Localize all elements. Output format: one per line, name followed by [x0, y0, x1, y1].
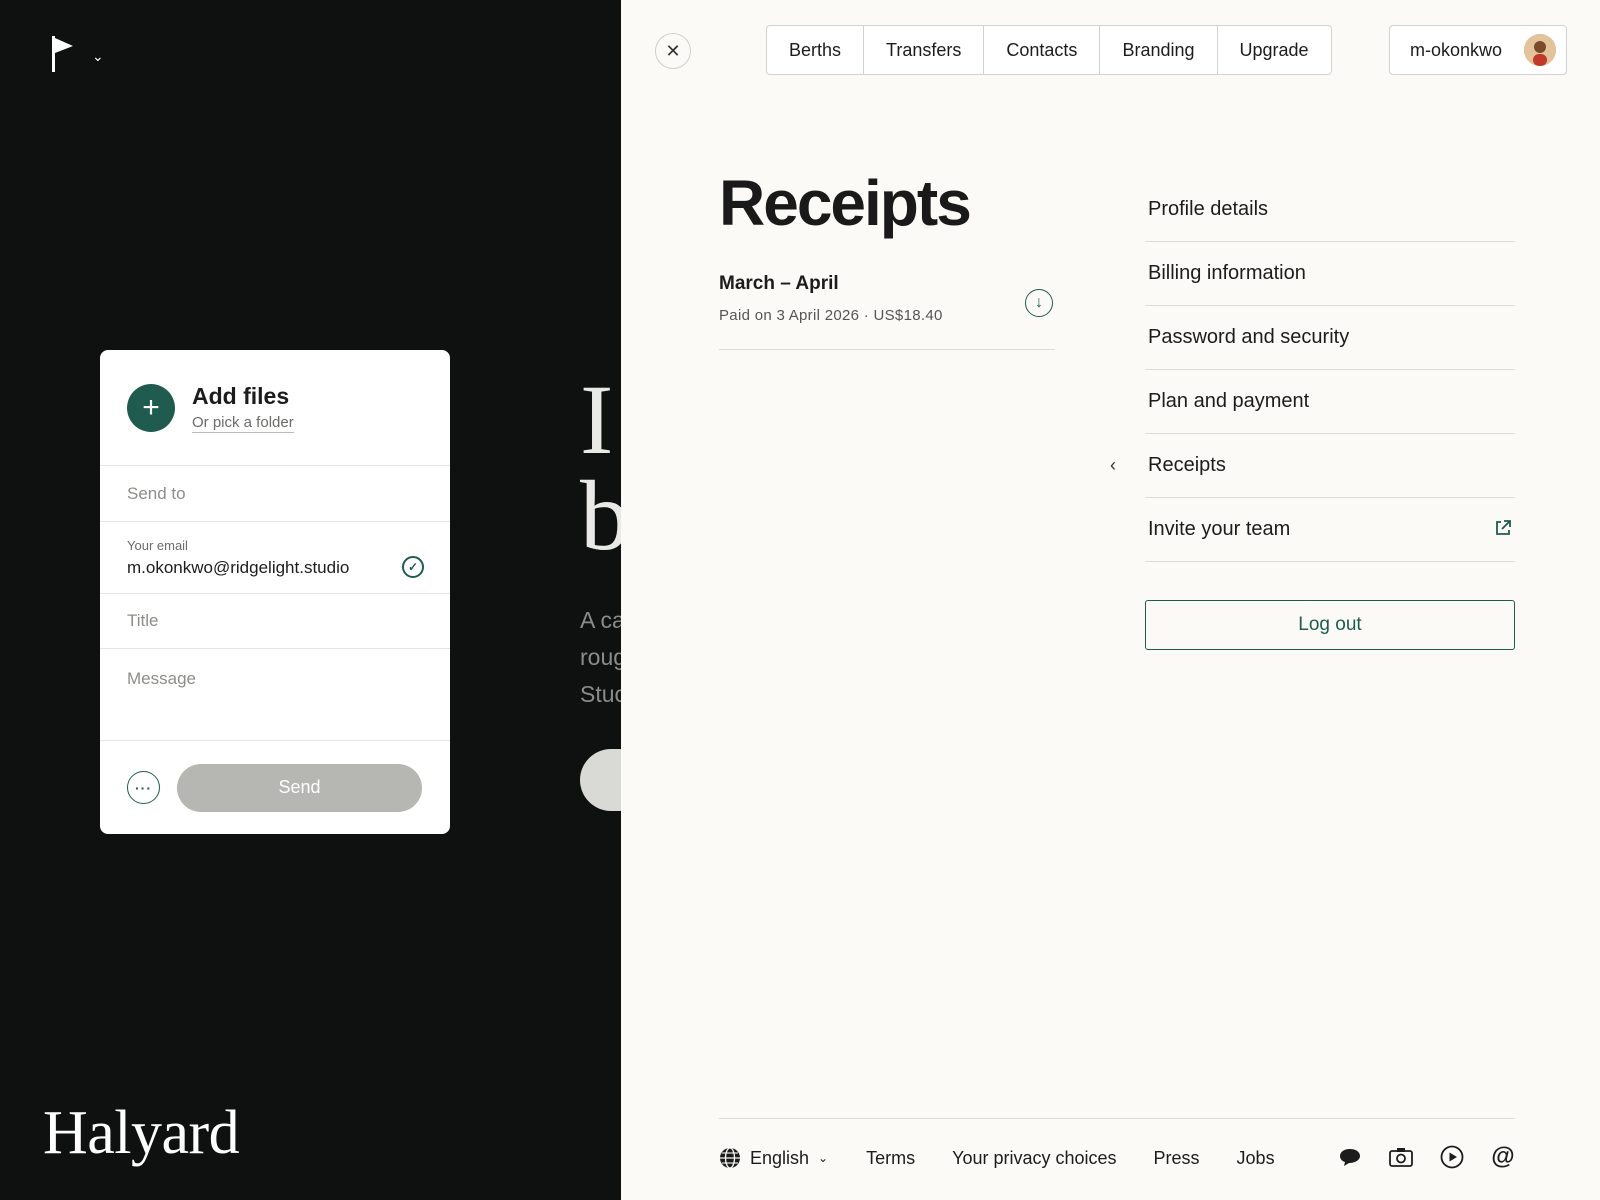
- chevron-left-icon: ‹: [1110, 455, 1116, 475]
- chevron-down-icon: ⌄: [818, 1151, 829, 1165]
- email-field[interactable]: Your email m.okonkwo@ridgelight.studio ✓: [100, 522, 450, 594]
- nav-berths[interactable]: Berths: [767, 26, 865, 74]
- play-icon[interactable]: [1440, 1145, 1464, 1169]
- email-label: Your email: [127, 538, 188, 553]
- menu-item-profile-details[interactable]: Profile details: [1145, 178, 1515, 242]
- menu-item-plan-payment[interactable]: Plan and payment: [1145, 370, 1515, 434]
- menu-item-label: Profile details: [1148, 198, 1269, 220]
- footer-link-jobs[interactable]: Jobs: [1237, 1148, 1275, 1169]
- logout-button[interactable]: Log out: [1145, 600, 1515, 650]
- menu-item-receipts[interactable]: ‹ Receipts: [1110, 434, 1515, 498]
- card-footer: ··· Send: [100, 741, 450, 834]
- menu-item-password-security[interactable]: Password and security: [1145, 306, 1515, 370]
- hero-heading: I b: [580, 364, 621, 571]
- username: m-okonkwo: [1410, 39, 1503, 60]
- hero-subtext: A ca roug Stuc: [580, 607, 621, 707]
- ellipsis-icon: ···: [135, 779, 152, 796]
- brand-wordmark: Halyard: [43, 1099, 240, 1167]
- menu-item-label: Invite your team: [1148, 518, 1291, 540]
- account-menu: Profile details Billing information Pass…: [1110, 178, 1515, 562]
- globe-icon: [720, 1147, 740, 1169]
- close-icon: ✕: [665, 40, 681, 61]
- account-panel: ✕ Berths Transfers Contacts Branding Upg…: [621, 0, 1600, 1200]
- at-icon[interactable]: @: [1491, 1143, 1515, 1170]
- receipt-paid-info: Paid on 3 April 2026 · US$18.40: [719, 307, 943, 324]
- menu-item-label: Billing information: [1148, 262, 1306, 284]
- top-navigation: Berths Transfers Contacts Branding Upgra…: [766, 25, 1332, 75]
- nav-branding[interactable]: Branding: [1100, 26, 1218, 74]
- social-links: @: [1338, 1143, 1515, 1170]
- menu-item-label: Receipts: [1148, 454, 1226, 476]
- menu-item-label: Password and security: [1148, 326, 1350, 348]
- pick-folder-link[interactable]: Or pick a folder: [192, 414, 294, 433]
- nav-upgrade[interactable]: Upgrade: [1218, 26, 1331, 74]
- footer-link-terms[interactable]: Terms: [866, 1148, 915, 1169]
- avatar: [1524, 34, 1556, 66]
- flag-icon: [52, 36, 73, 72]
- upload-card: + Add files Or pick a folder Send to You…: [100, 350, 450, 834]
- external-link-icon: [1496, 520, 1511, 535]
- camera-icon[interactable]: [1389, 1145, 1413, 1169]
- chat-icon[interactable]: [1338, 1145, 1362, 1169]
- add-files-button[interactable]: +: [127, 383, 175, 432]
- add-files-title[interactable]: Add files: [192, 383, 294, 410]
- close-button[interactable]: ✕: [655, 33, 691, 69]
- menu-item-invite-team[interactable]: Invite your team: [1145, 498, 1515, 562]
- nav-contacts[interactable]: Contacts: [984, 26, 1101, 74]
- receipt-row: March – April Paid on 3 April 2026 · US$…: [719, 273, 1055, 350]
- page-title: Receipts: [719, 167, 972, 239]
- language-label: English: [750, 1147, 810, 1168]
- language-selector[interactable]: English ⌄: [719, 1147, 828, 1169]
- chevron-down-icon: ⌄: [92, 47, 104, 64]
- logo-menu[interactable]: ⌄: [50, 36, 104, 72]
- download-icon[interactable]: ↓: [1025, 289, 1053, 317]
- footer: English ⌄ Terms Your privacy choices Pre…: [719, 1118, 1515, 1200]
- nav-transfers[interactable]: Transfers: [864, 26, 985, 74]
- menu-item-billing-information[interactable]: Billing information: [1145, 242, 1515, 306]
- footer-links: English ⌄ Terms Your privacy choices Pre…: [719, 1147, 1312, 1169]
- plus-icon: +: [142, 390, 160, 424]
- more-options-button[interactable]: ···: [127, 771, 160, 804]
- check-icon: ✓: [402, 556, 424, 578]
- footer-link-press[interactable]: Press: [1154, 1148, 1200, 1169]
- add-files-header: + Add files Or pick a folder: [100, 350, 450, 466]
- send-button[interactable]: Send: [177, 763, 422, 812]
- receipt-period: March – April: [719, 273, 839, 294]
- title-field[interactable]: Title: [100, 594, 450, 649]
- hero-cta-button[interactable]: [580, 749, 621, 811]
- footer-link-privacy[interactable]: Your privacy choices: [952, 1148, 1116, 1169]
- message-field[interactable]: Message: [100, 649, 450, 741]
- send-to-field[interactable]: Send to: [100, 466, 450, 522]
- menu-item-label: Plan and payment: [1148, 390, 1310, 412]
- user-menu-button[interactable]: m-okonkwo: [1389, 25, 1567, 75]
